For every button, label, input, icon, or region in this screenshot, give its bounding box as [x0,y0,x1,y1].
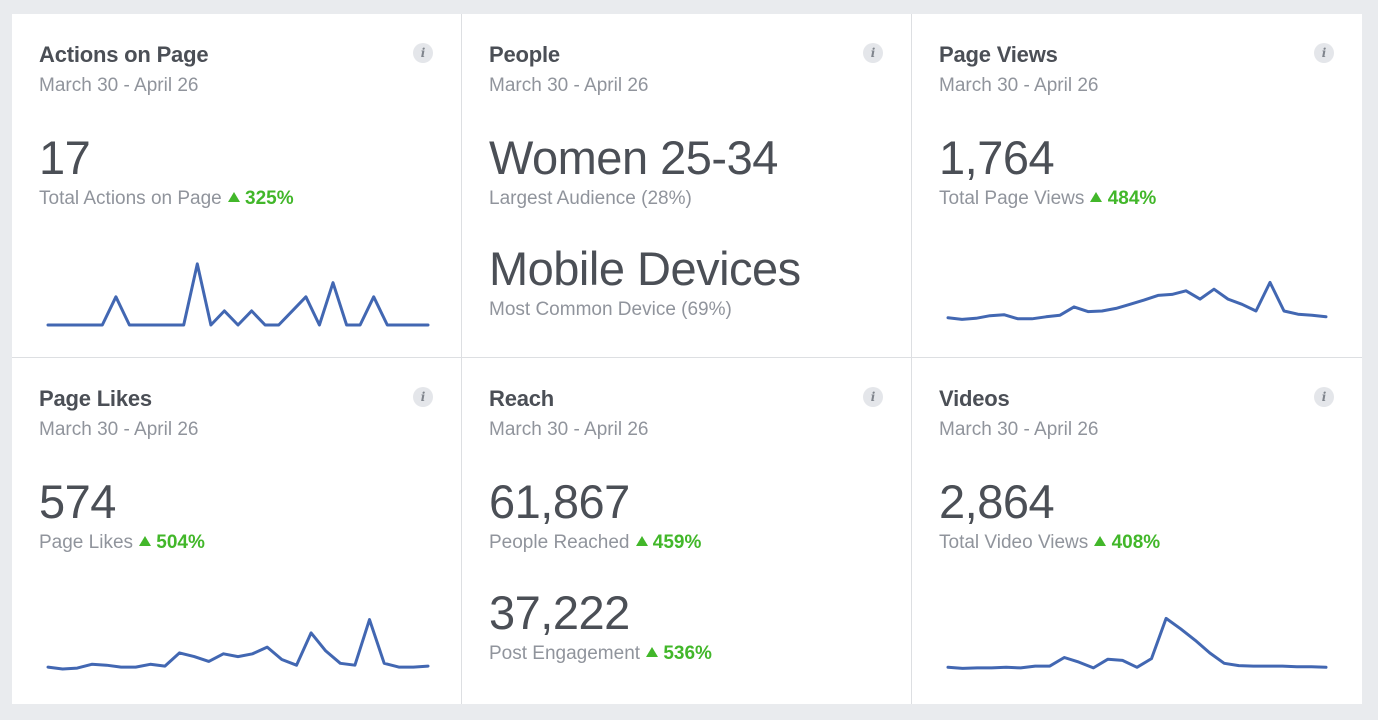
card-title: People [489,42,560,67]
post-engagement-value: 37,222 [489,586,630,639]
post-engagement-label: Post Engagement [489,643,641,664]
card-title: Reach [489,386,555,411]
sparkline-chart [46,262,430,327]
info-icon[interactable]: i [863,387,883,407]
post-engagement-label-row: Post Engagement 536% [489,643,712,665]
people-reached-value: 61,867 [489,475,630,528]
date-range: March 30 - April 26 [489,75,649,96]
device-label: Most Common Device (69%) [489,299,732,320]
insights-grid: Actions on Page March 30 - April 26 i 17… [12,14,1362,704]
sparkline [46,262,430,327]
increase-arrow-icon [646,647,659,657]
people-reached-label-row: People Reached 459% [489,532,701,554]
sparkline-chart [946,280,1328,321]
sparkline [946,280,1328,321]
sparkline-chart [46,618,430,671]
videos-card[interactable]: Videos March 30 - April 26 i 2,864 Total… [912,358,1362,704]
page-views-card[interactable]: Page Views March 30 - April 26 i 1,764 T… [912,14,1362,358]
people-card[interactable]: People March 30 - April 26 i Women 25-34… [462,14,912,358]
actions-on-page-card[interactable]: Actions on Page March 30 - April 26 i 17… [12,14,462,358]
metric-change-value: 459% [652,532,702,553]
increase-arrow-icon [635,536,648,546]
date-range: March 30 - April 26 [489,419,649,440]
page-likes-card[interactable]: Page Likes March 30 - April 26 i 574 Pag… [12,358,462,704]
info-icon[interactable]: i [863,43,883,63]
device-value: Mobile Devices [489,242,801,295]
metric-change: 459% [635,532,702,553]
metric-change: 536% [646,643,712,664]
metric-change-value: 536% [663,643,712,664]
sparkline [946,616,1328,670]
audience-label: Largest Audience (28%) [489,188,692,209]
sparkline-chart [946,616,1328,670]
reach-card[interactable]: Reach March 30 - April 26 i 61,867 Peopl… [462,358,912,704]
sparkline [46,618,430,671]
people-reached-label: People Reached [489,532,630,553]
audience-value: Women 25-34 [489,131,778,184]
